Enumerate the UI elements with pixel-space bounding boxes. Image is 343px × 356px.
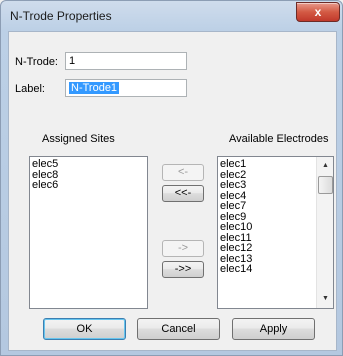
scroll-up-arrow-icon[interactable]: ▲ [322,162,329,170]
dialog-client-area: N-Trode: 1 Label: N-Trode1 Assigned Site… [8,31,337,351]
move-all-right-button[interactable]: ->> [162,261,204,278]
available-electrodes-list[interactable]: elec1 elec2 elec3 elec4 elec7 elec9 elec… [217,156,334,309]
close-icon: x [314,5,322,19]
assigned-sites-heading: Assigned Sites [42,133,115,145]
list-item[interactable]: elec6 [30,180,147,191]
ntrode-number-value: 1 [69,55,76,67]
apply-button[interactable]: Apply [232,318,315,340]
scroll-down-arrow-icon[interactable]: ▼ [322,295,329,303]
ntrode-number-field[interactable]: 1 [65,52,187,70]
assigned-sites-list[interactable]: elec5 elec8 elec6 [29,156,148,309]
available-list-scrollbar[interactable]: ▲ ▼ [316,157,333,308]
close-button[interactable]: x [296,2,340,22]
ntrode-label: N-Trode: [15,56,58,68]
move-right-button[interactable]: -> [162,240,204,257]
label-input[interactable]: N-Trode1 [65,79,187,97]
move-left-button[interactable]: <- [162,164,204,181]
dialog-window: N-Trode Properties x N-Trode: 1 Label: N… [0,0,343,356]
window-title: N-Trode Properties [10,9,112,23]
available-electrodes-heading: Available Electrodes [229,133,329,145]
label-input-value: N-Trode1 [69,82,120,94]
list-item[interactable]: elec5 [30,159,147,170]
title-bar[interactable]: N-Trode Properties x [1,1,342,31]
move-all-left-button[interactable]: <<- [162,185,204,202]
cancel-button[interactable]: Cancel [137,318,220,340]
label-field-label: Label: [15,83,45,95]
ok-button[interactable]: OK [43,318,126,340]
scrollbar-thumb[interactable] [318,176,333,194]
